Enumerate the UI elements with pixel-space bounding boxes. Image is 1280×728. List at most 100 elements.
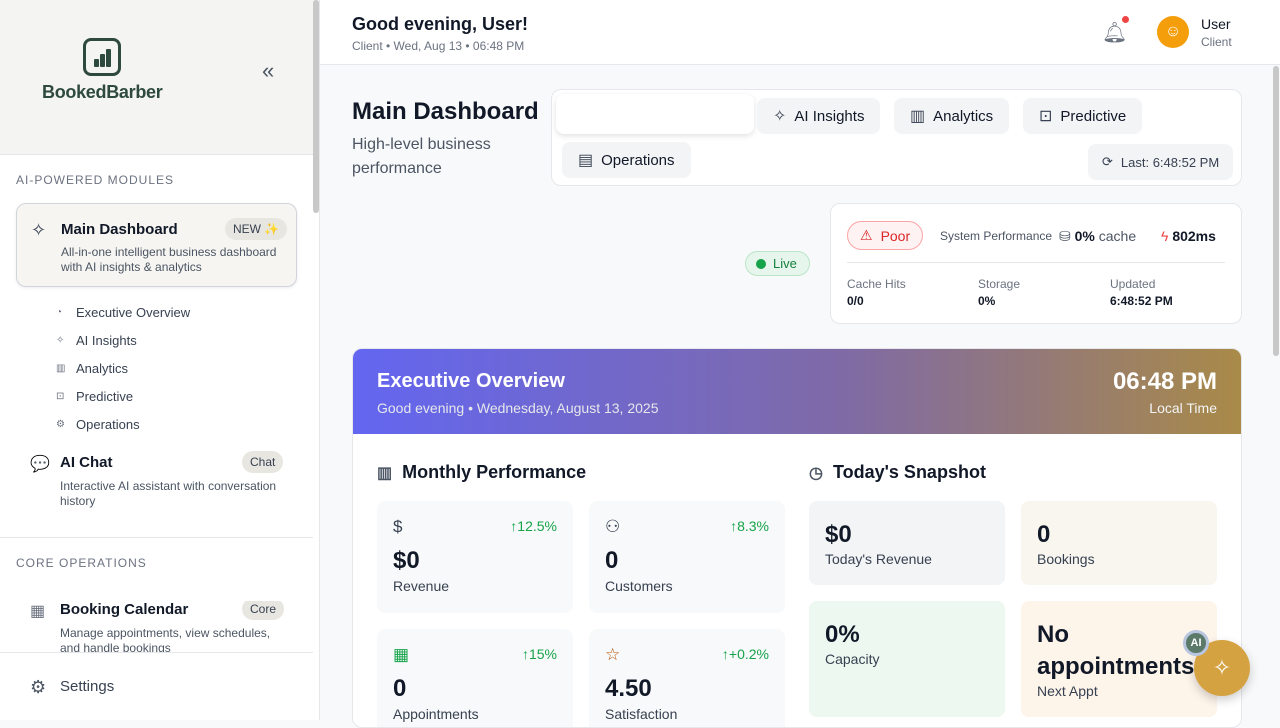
metric-change: ↑15% bbox=[521, 646, 557, 662]
system-performance-card: ⚠ Poor System Performance ⛁ 0% cache ϟ 80… bbox=[830, 203, 1242, 324]
sparkles-icon: ✧ bbox=[31, 220, 47, 240]
star-icon: ☆ bbox=[605, 645, 621, 664]
executive-overview-title: Executive Overview bbox=[377, 370, 565, 392]
metric-value: $0 bbox=[393, 547, 420, 574]
metric-label: Customers bbox=[605, 578, 673, 594]
metric-change: ↑8.3% bbox=[730, 518, 769, 534]
executive-overview-subtitle: Good evening • Wednesday, August 13, 202… bbox=[377, 400, 659, 416]
updated-stat: Updated 6:48:52 PM bbox=[1110, 277, 1173, 308]
calendar-icon: ▦ bbox=[393, 645, 410, 664]
snapshot-next-appointment[interactable]: No appointments Next Appt bbox=[1021, 601, 1217, 717]
page-scrollbar[interactable] bbox=[1273, 66, 1279, 356]
metric-change: ↑12.5% bbox=[510, 518, 557, 534]
nav-settings[interactable]: ⚙ Settings bbox=[0, 652, 313, 720]
new-badge: NEW ✨ bbox=[225, 218, 288, 240]
metric-change: ↑+0.2% bbox=[721, 646, 769, 662]
latency-stat: ϟ 802ms bbox=[1161, 228, 1216, 244]
bell-icon[interactable]: 🔔︎ bbox=[1102, 20, 1127, 45]
top-header: Good evening, User! Client • Wed, Aug 13… bbox=[320, 0, 1280, 65]
clipboard-icon: ▤ bbox=[578, 152, 594, 169]
tab-predictive[interactable]: ⊡ Predictive bbox=[1023, 98, 1143, 134]
subnav-predictive[interactable]: ⊡ Predictive bbox=[56, 382, 190, 410]
snapshot-value: No appointments bbox=[1037, 621, 1195, 680]
snapshot-label: Capacity bbox=[825, 651, 880, 667]
executive-overview-panel: Executive Overview Good evening • Wednes… bbox=[352, 348, 1242, 728]
subnav-operations[interactable]: ⚙ Operations bbox=[56, 410, 190, 438]
nav-ai-chat-desc: Interactive AI assistant with conversati… bbox=[60, 479, 277, 508]
refresh-icon: ⟳ bbox=[1102, 154, 1113, 169]
nav-ai-chat[interactable]: 💬 AI Chat Interactive AI assistant with … bbox=[30, 451, 290, 514]
tab-operations[interactable]: ▤ Operations bbox=[562, 142, 691, 178]
live-badge: Live bbox=[745, 251, 810, 276]
tab-analytics[interactable]: ▥ Analytics bbox=[894, 98, 1010, 134]
presentation-icon: ⊡ bbox=[1039, 108, 1053, 125]
brand-logo[interactable]: BookedBarber bbox=[42, 38, 163, 103]
sparkles-icon: ✧ bbox=[1212, 655, 1232, 680]
storage-stat: Storage 0% bbox=[978, 277, 1021, 308]
tab-executive-active[interactable] bbox=[556, 94, 754, 134]
refresh-button[interactable]: ⟳ Last: 6:48:52 PM bbox=[1088, 144, 1234, 180]
todays-snapshot-heading: ◷ Today's Snapshot bbox=[809, 462, 986, 482]
metric-card-customers[interactable]: ⚇ ↑8.3% 0 Customers bbox=[589, 501, 785, 613]
section-label-ai: AI-POWERED MODULES bbox=[16, 173, 175, 187]
sparkles-icon: ✧ bbox=[56, 334, 65, 346]
database-icon: ⛁ bbox=[1059, 228, 1071, 244]
section-label-core: CORE OPERATIONS bbox=[16, 556, 147, 570]
local-time-label: Local Time bbox=[1149, 400, 1217, 416]
page-title: Main Dashboard bbox=[352, 98, 539, 125]
presentation-icon: ⊡ bbox=[56, 390, 65, 402]
subnav-analytics[interactable]: ▥ Analytics bbox=[56, 354, 190, 382]
chat-icon: 💬 bbox=[30, 456, 50, 473]
nav-booking-desc: Manage appointments, view schedules, and… bbox=[60, 626, 271, 653]
clock-icon: ◷ bbox=[809, 464, 823, 482]
calendar-icon: ▦ bbox=[30, 603, 46, 620]
gear-icon: ⚙ bbox=[30, 677, 47, 697]
snapshot-bookings[interactable]: 0 Bookings bbox=[1021, 501, 1217, 585]
user-icon: ☺ bbox=[1164, 23, 1182, 40]
metric-value: 0 bbox=[605, 547, 619, 574]
cache-hits-stat: Cache Hits 0/0 bbox=[847, 277, 906, 308]
cache-stat: ⛁ 0% cache bbox=[1059, 228, 1137, 244]
users-icon: ⚇ bbox=[605, 517, 621, 536]
sparkles-icon: ✧ bbox=[773, 108, 787, 125]
greeting: Good evening, User! bbox=[352, 14, 529, 34]
user-name[interactable]: User bbox=[1201, 16, 1231, 32]
snapshot-capacity[interactable]: 0% Capacity bbox=[809, 601, 1005, 717]
snapshot-todays-revenue[interactable]: $0 Today's Revenue bbox=[809, 501, 1005, 585]
snapshot-value: 0% bbox=[825, 621, 860, 648]
snapshot-label: Today's Revenue bbox=[825, 551, 932, 567]
dashboard-tabs: ✧ AI Insights ▥ Analytics ⊡ Predictive ▤ Ope… bbox=[551, 89, 1242, 186]
bar-chart-icon: ▥ bbox=[910, 108, 926, 125]
metric-label: Revenue bbox=[393, 578, 450, 594]
nav-main-dashboard[interactable]: ✧ Main Dashboard NEW ✨ All-in-one intell… bbox=[16, 203, 297, 287]
chat-badge: Chat bbox=[242, 451, 284, 473]
card-divider bbox=[847, 262, 1225, 263]
brand-name: BookedBarber bbox=[42, 82, 163, 102]
subnav-executive-overview[interactable]: ◔ Executive Overview bbox=[56, 298, 190, 326]
subnav-ai-insights[interactable]: ✧ AI Insights bbox=[56, 326, 190, 354]
snapshot-label: Next Appt bbox=[1037, 683, 1098, 699]
sidebar-divider bbox=[0, 537, 313, 538]
executive-overview-header: Executive Overview Good evening • Wednes… bbox=[353, 349, 1241, 434]
monthly-performance-heading: ▥ Monthly Performance bbox=[377, 462, 587, 482]
collapse-sidebar-icon[interactable]: « bbox=[262, 58, 274, 84]
sidebar-scrollbar[interactable] bbox=[313, 0, 319, 213]
sidebar: BookedBarber « AI-POWERED MODULES ✧ Main… bbox=[0, 0, 320, 720]
metric-card-satisfaction[interactable]: ☆ ↑+0.2% 4.50 Satisfaction bbox=[589, 629, 785, 727]
metric-value: 0 bbox=[393, 675, 407, 702]
poor-status-badge: ⚠ Poor bbox=[847, 221, 924, 250]
metric-card-revenue[interactable]: $ ↑12.5% $0 Revenue bbox=[377, 501, 573, 613]
user-avatar[interactable]: ☺ bbox=[1157, 16, 1189, 48]
greeting-subline: Client • Wed, Aug 13 • 06:48 PM bbox=[352, 39, 525, 53]
bar-chart-logo-icon bbox=[83, 38, 121, 76]
bar-chart-icon: ▥ bbox=[56, 362, 66, 374]
tab-ai-insights[interactable]: ✧ AI Insights bbox=[757, 98, 881, 134]
nav-main-dashboard-desc: All-in-one intelligent business dashboar… bbox=[61, 245, 277, 274]
core-badge: Core bbox=[242, 601, 285, 620]
dollar-icon: $ bbox=[393, 517, 403, 536]
metric-card-appointments[interactable]: ▦ ↑15% 0 Appointments bbox=[377, 629, 573, 727]
snapshot-value: $0 bbox=[825, 521, 852, 548]
page-subtitle: High-level business performance bbox=[352, 136, 491, 177]
nav-booking-calendar[interactable]: ▦ Booking Calendar Manage appointments, … bbox=[30, 601, 290, 653]
nav-main-dashboard-title: Main Dashboard bbox=[61, 221, 178, 238]
